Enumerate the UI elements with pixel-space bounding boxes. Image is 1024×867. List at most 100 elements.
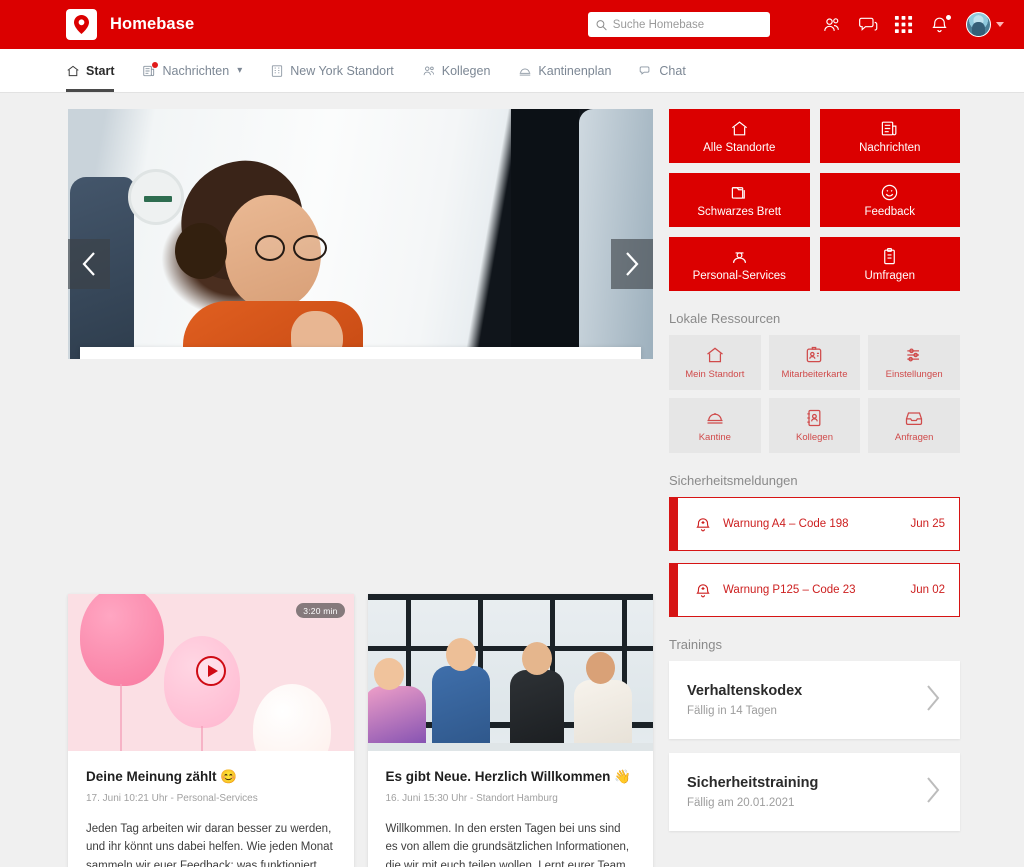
top-header-bar: Homebase — [0, 0, 1024, 49]
caret-down-icon[interactable] — [996, 22, 1004, 27]
folder-icon — [730, 183, 749, 202]
chevron-right-icon — [924, 775, 942, 810]
main-navigation: Start Nachrichten ▾ New York Standort Ko… — [0, 49, 1024, 93]
nav-badge-dot — [152, 62, 158, 68]
training-item[interactable]: Sicherheitstraining Fällig am 20.01.2021 — [669, 753, 960, 831]
id-card-icon — [804, 345, 824, 365]
hero-carousel: Globale Nachrichten Starten Sie mit Ihre… — [68, 109, 653, 359]
search-icon — [596, 19, 607, 31]
security-alerts-list: Warnung A4 – Code 198 Jun 25 Warnung P12… — [669, 497, 960, 617]
page-body: Globale Nachrichten Starten Sie mit Ihre… — [0, 93, 1024, 867]
user-avatar[interactable] — [966, 12, 991, 37]
nav-item-kantinenplan[interactable]: Kantinenplan — [504, 49, 625, 92]
newspaper-icon — [880, 119, 899, 138]
nav-item-start[interactable]: Start — [66, 49, 128, 92]
resource-mein-standort[interactable]: Mein Standort — [669, 335, 761, 390]
news-card-title: Es gibt Neue. Herzlich Willkommen 👋 — [386, 768, 636, 786]
training-due: Fällig in 14 Tagen — [687, 705, 924, 717]
person-service-icon — [730, 247, 749, 266]
security-alert-text: Warnung P125 – Code 23 — [723, 584, 899, 596]
tile-nachrichten[interactable]: Nachrichten — [820, 109, 961, 163]
security-alert-date: Jun 02 — [910, 584, 945, 596]
contacts-book-icon — [804, 408, 824, 428]
tile-feedback[interactable]: Feedback — [820, 173, 961, 227]
nav-item-chat[interactable]: Chat — [625, 49, 699, 92]
news-card-media[interactable]: 3:20 min — [68, 594, 354, 751]
training-item[interactable]: Verhaltenskodex Fällig in 14 Tagen — [669, 661, 960, 739]
security-alert-item[interactable]: Warnung P125 – Code 23 Jun 02 — [669, 563, 960, 617]
hero-image — [68, 109, 653, 359]
nav-item-kantinenplan-label: Kantinenplan — [538, 64, 611, 78]
hero-person-shape — [173, 161, 373, 359]
nav-item-new-york-standort-label: New York Standort — [290, 64, 394, 78]
play-button[interactable] — [196, 656, 226, 686]
tile-personal-services[interactable]: Personal-Services — [669, 237, 810, 291]
news-card-media[interactable] — [368, 594, 654, 751]
tile-label: Feedback — [864, 206, 915, 218]
news-card-title: Deine Meinung zählt 😊 — [86, 768, 336, 786]
security-alert-text: Warnung A4 – Code 198 — [723, 518, 899, 530]
search-input[interactable] — [613, 19, 762, 31]
brand-name: Homebase — [110, 15, 194, 34]
food-dome-icon — [705, 408, 725, 428]
nav-item-new-york-standort[interactable]: New York Standort — [256, 49, 408, 92]
nav-item-nachrichten[interactable]: Nachrichten ▾ — [128, 49, 256, 92]
news-card[interactable]: 3:20 min Deine Meinung zählt 😊 17. Juni … — [68, 594, 354, 867]
home-icon — [705, 345, 725, 365]
news-card-body: Deine Meinung zählt 😊 17. Juni 10:21 Uhr… — [68, 751, 354, 867]
hero-monitor-shape — [579, 109, 653, 359]
resource-label: Mein Standort — [685, 369, 744, 380]
training-item-text: Sicherheitstraining Fällig am 20.01.2021 — [687, 775, 924, 809]
resource-label: Mitarbeiterkarte — [781, 369, 847, 380]
resource-kantine[interactable]: Kantine — [669, 398, 761, 453]
people-group-icon[interactable] — [822, 15, 842, 35]
chat-icon — [639, 64, 653, 78]
tile-alle-standorte[interactable]: Alle Standorte — [669, 109, 810, 163]
news-card-text: Willkommen. In den ersten Tagen bei uns … — [386, 820, 636, 867]
carousel-prev-button[interactable] — [68, 239, 110, 289]
building-icon — [270, 64, 284, 78]
news-card-text: Jeden Tag arbeiten wir daran besser zu w… — [86, 820, 336, 867]
resource-label: Kantine — [699, 432, 731, 443]
location-pin-icon — [66, 9, 97, 40]
news-card[interactable]: Es gibt Neue. Herzlich Willkommen 👋 16. … — [368, 594, 654, 867]
resource-label: Einstellungen — [886, 369, 943, 380]
hero-article-card[interactable]: Globale Nachrichten Starten Sie mit Ihre… — [80, 347, 641, 359]
main-column: Globale Nachrichten Starten Sie mit Ihre… — [68, 109, 653, 867]
chevron-down-icon[interactable]: ▾ — [237, 65, 242, 76]
training-item-text: Verhaltenskodex Fällig in 14 Tagen — [687, 683, 924, 717]
news-card-meta: 16. Juni 15:30 Uhr - Standort Hamburg — [386, 793, 636, 804]
tile-label: Personal-Services — [693, 270, 786, 282]
tile-umfragen[interactable]: Umfragen — [820, 237, 961, 291]
resource-einstellungen[interactable]: Einstellungen — [868, 335, 960, 390]
brand[interactable]: Homebase — [66, 9, 194, 40]
tile-label: Alle Standorte — [703, 142, 775, 154]
tile-label: Umfragen — [865, 270, 916, 282]
nav-item-start-label: Start — [86, 64, 114, 78]
training-due: Fällig am 20.01.2021 — [687, 797, 924, 809]
chat-bubbles-icon[interactable] — [858, 15, 878, 35]
carousel-next-button[interactable] — [611, 239, 653, 289]
resource-anfragen[interactable]: Anfragen — [868, 398, 960, 453]
security-alert-item[interactable]: Warnung A4 – Code 198 Jun 25 — [669, 497, 960, 551]
nav-item-chat-label: Chat — [659, 64, 685, 78]
trainings-list: Verhaltenskodex Fällig in 14 Tagen Siche… — [669, 661, 960, 831]
resource-kollegen[interactable]: Kollegen — [769, 398, 861, 453]
search-box[interactable] — [588, 12, 770, 37]
tile-label: Schwarzes Brett — [697, 206, 781, 218]
news-icon — [142, 64, 156, 78]
home-icon — [66, 64, 80, 78]
tile-schwarzes-brett[interactable]: Schwarzes Brett — [669, 173, 810, 227]
news-card-body: Es gibt Neue. Herzlich Willkommen 👋 16. … — [368, 751, 654, 867]
nav-item-kollegen-label: Kollegen — [442, 64, 491, 78]
user-menu[interactable] — [966, 12, 1004, 37]
quick-action-tiles: Alle Standorte Nachrichten Schwarzes Bre… — [669, 109, 960, 291]
apps-grid-icon[interactable] — [894, 15, 914, 35]
chevron-right-icon — [624, 251, 640, 277]
nav-item-kollegen[interactable]: Kollegen — [408, 49, 505, 92]
resource-mitarbeiterkarte[interactable]: Mitarbeiterkarte — [769, 335, 861, 390]
hero-monitor-edge-shape — [511, 109, 579, 359]
home-icon — [730, 119, 749, 138]
colleagues-icon — [422, 64, 436, 78]
notification-bell-icon[interactable] — [930, 15, 950, 35]
